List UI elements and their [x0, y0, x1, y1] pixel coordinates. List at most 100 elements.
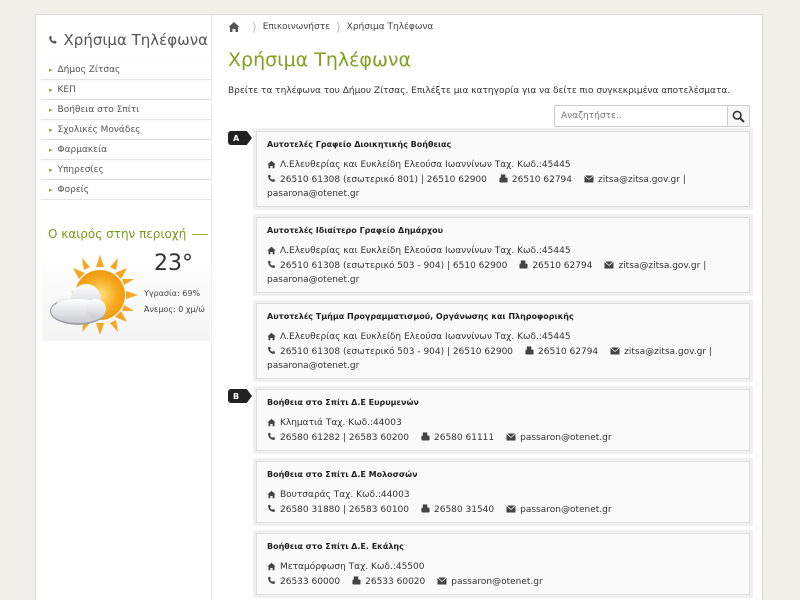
page-frame: Χρήσιμα Τηλέφωνα ▸ Δήμος Ζίτσας ▸ ΚΕΠ ▸ Βοή…: [35, 14, 763, 600]
search-box: [554, 105, 750, 127]
contact-details: 26580 61282 | 26583 60200 26580 61111 pass…: [267, 431, 739, 445]
sidebar-item-label: Φορείς: [57, 185, 90, 195]
fax-text: 26580 31540: [434, 505, 495, 515]
contact-address: Λ.Ελευθερίας και Ευκλείδη Ελεούσα Ιωαννί…: [267, 242, 739, 259]
address-text: Βουτσαράς Ταχ. Κωδ.:44003: [280, 489, 410, 500]
sidebar-item-label: Υπηρεσίες: [57, 165, 104, 175]
sidebar-item-foreis[interactable]: ▸ Φορείς: [41, 180, 211, 200]
sidebar-item-label: Φαρμακεία: [57, 145, 108, 155]
fax-icon: [525, 346, 534, 355]
contact-name: Αυτοτελές Γραφείο Διοικητικής Βοήθειας: [267, 140, 452, 149]
contact-card: Αυτοτελές Γραφείο Διοικητικής Βοήθειας Λ…: [256, 131, 750, 207]
email-link-secondary[interactable]: pasarona@otenet.gr: [267, 361, 359, 371]
email-link-secondary[interactable]: pasarona@otenet.gr: [267, 189, 359, 199]
weather-widget: 23° Υγρασία: 69% Άνεμος: 0 χμ/ώ: [42, 251, 210, 341]
phone-text: 26580 31880 | 26583 60100: [280, 505, 409, 515]
address-text: Κληματιά Ταχ. Κωδ.:44003: [280, 417, 402, 428]
envelope-icon: [506, 433, 516, 441]
intro-text: Βρείτε τα τηλέφωνα του Δήμου Ζίτσας. Επι…: [228, 86, 731, 96]
contact-card: Αυτοτελές Ιδιαίτερο Γραφείο Δημάρχου Λ.Ε…: [256, 217, 750, 293]
home-icon: [267, 418, 276, 427]
phone-icon: [268, 346, 275, 354]
chevron-right-icon: ▸: [49, 186, 53, 194]
email-link-secondary[interactable]: pasarona@otenet.gr: [267, 275, 359, 285]
email-link[interactable]: zitsa@zitsa.gov.gr |: [598, 175, 686, 185]
sidebar-item-scholikes[interactable]: ▸ Σχολικές Μονάδες: [41, 120, 211, 140]
home-icon: [267, 562, 276, 571]
weather-heading: Ο καιρός στην περιοχή: [48, 225, 208, 243]
page-title: Χρήσιμα Τηλέφωνα: [228, 49, 411, 71]
breadcrumb-separator: ⟩: [252, 20, 257, 34]
email-link[interactable]: zitsa@zitsa.gov.gr |: [624, 347, 712, 357]
contact-address: Λ.Ελευθερίας και Ευκλείδη Ελεούσα Ιωαννί…: [267, 156, 739, 173]
sidebar-item-dimos-zitsas[interactable]: ▸ Δήμος Ζίτσας: [41, 60, 211, 80]
sidebar-item-ypiresies[interactable]: ▸ Υπηρεσίες: [41, 160, 211, 180]
breadcrumb-item-epikoinoniste[interactable]: Επικοινωνήστε: [263, 22, 330, 32]
home-icon: [267, 332, 276, 341]
phone-icon: [268, 576, 275, 584]
fax-icon: [421, 432, 430, 441]
search-button[interactable]: [728, 105, 750, 127]
contact-details: 26533 60000 26533 60020 passaron@otenet.gr: [267, 575, 739, 589]
search-input[interactable]: [554, 105, 728, 127]
email-link[interactable]: passaron@otenet.gr: [451, 577, 542, 587]
letter-badge-b: B: [228, 389, 252, 403]
envelope-icon: [437, 577, 448, 585]
breadcrumb-item-current: Χρήσιμα Τηλέφωνα: [346, 22, 434, 32]
chevron-right-icon: ▸: [49, 146, 53, 154]
chevron-right-icon: ▸: [49, 126, 53, 134]
fax-text: 26510 62794: [538, 347, 599, 357]
home-icon: [267, 246, 276, 255]
humidity-value: Υγρασία: 69%: [144, 289, 201, 298]
address-text: Μεταμόρφωση Ταχ. Κωδ.:45500: [280, 561, 425, 572]
sidebar-item-label: Δήμος Ζίτσας: [57, 65, 121, 75]
sidebar-item-label: Βοήθεια στο Σπίτι: [57, 105, 140, 115]
email-link[interactable]: passaron@otenet.gr: [520, 505, 611, 515]
partly-cloudy-sun-icon: [50, 255, 138, 335]
phone-icon: [49, 36, 57, 44]
wind-value: Άνεμος: 0 χμ/ώ: [144, 305, 205, 314]
home-icon[interactable]: [228, 21, 240, 33]
contact-card: Βοήθεια στο Σπίτι Δ.Ε Ευρυμενών Κληματιά…: [256, 389, 750, 451]
envelope-icon: [610, 347, 620, 355]
phone-text: 26510 61308 (εσωτερικό 503 - 904) | 2651…: [280, 347, 514, 357]
contact-details: 26510 61308 (εσωτερικό 503 - 904) | 2651…: [267, 345, 739, 373]
fax-text: 26580 61111: [434, 433, 495, 443]
fax-icon: [519, 260, 528, 269]
email-link[interactable]: zitsa@zitsa.gov.gr |: [618, 261, 706, 271]
envelope-icon: [506, 505, 516, 513]
address-text: Λ.Ελευθερίας και Ευκλείδη Ελεούσα Ιωαννί…: [280, 159, 571, 170]
search-icon: [732, 110, 745, 123]
contact-details: 26510 61308 (εσωτερικό 801) | 26510 6290…: [267, 173, 739, 201]
contact-card: Βοήθεια στο Σπίτι Δ.Ε Μολοσσών Βουτσαράς…: [256, 461, 750, 523]
phone-icon: [268, 260, 275, 268]
phone-icon: [268, 504, 275, 512]
contact-name: Αυτοτελές Ιδιαίτερο Γραφείο Δημάρχου: [267, 226, 444, 235]
envelope-icon: [604, 261, 615, 269]
address-text: Λ.Ελευθερίας και Ευκλείδη Ελεούσα Ιωαννί…: [280, 245, 571, 256]
fax-icon: [421, 504, 430, 513]
weather-heading-text: Ο καιρός στην περιοχή: [48, 227, 187, 241]
sidebar-item-farmakeia[interactable]: ▸ Φαρμακεία: [41, 140, 211, 160]
home-icon: [267, 490, 276, 499]
contact-name: Αυτοτελές Τμήμα Προγραμματισμού, Οργάνωσ…: [267, 312, 574, 321]
email-link[interactable]: passaron@otenet.gr: [520, 433, 611, 443]
contact-address: Βουτσαράς Ταχ. Κωδ.:44003: [267, 486, 739, 503]
contact-details: 26510 61308 (εσωτερικό 503 - 904) | 6510…: [267, 259, 739, 287]
fax-icon: [352, 576, 361, 585]
phone-text: 26580 61282 | 26583 60200: [280, 433, 409, 443]
contact-name: Βοήθεια στο Σπίτι Δ.Ε Ευρυμενών: [267, 398, 419, 407]
sidebar-item-kep[interactable]: ▸ ΚΕΠ: [41, 80, 211, 100]
phone-text: 26533 60000: [280, 577, 341, 587]
letter-badge-a: A: [228, 131, 252, 145]
home-icon: [267, 160, 276, 169]
fax-text: 26510 62794: [532, 261, 593, 271]
contact-name: Βοήθεια στο Σπίτι Δ.Ε. Εκάλης: [267, 542, 404, 551]
sidebar-menu: ▸ Δήμος Ζίτσας ▸ ΚΕΠ ▸ Βοήθεια στο Σπίτι ▸ Σ…: [41, 60, 211, 200]
sidebar-item-voitheia[interactable]: ▸ Βοήθεια στο Σπίτι: [41, 100, 211, 120]
chevron-right-icon: ▸: [49, 166, 53, 174]
fax-text: 26533 60020: [365, 577, 426, 587]
phone-icon: [268, 432, 275, 440]
sidebar-title: Χρήσιμα Τηλέφωνα: [48, 27, 208, 53]
contact-name: Βοήθεια στο Σπίτι Δ.Ε Μολοσσών: [267, 470, 418, 479]
